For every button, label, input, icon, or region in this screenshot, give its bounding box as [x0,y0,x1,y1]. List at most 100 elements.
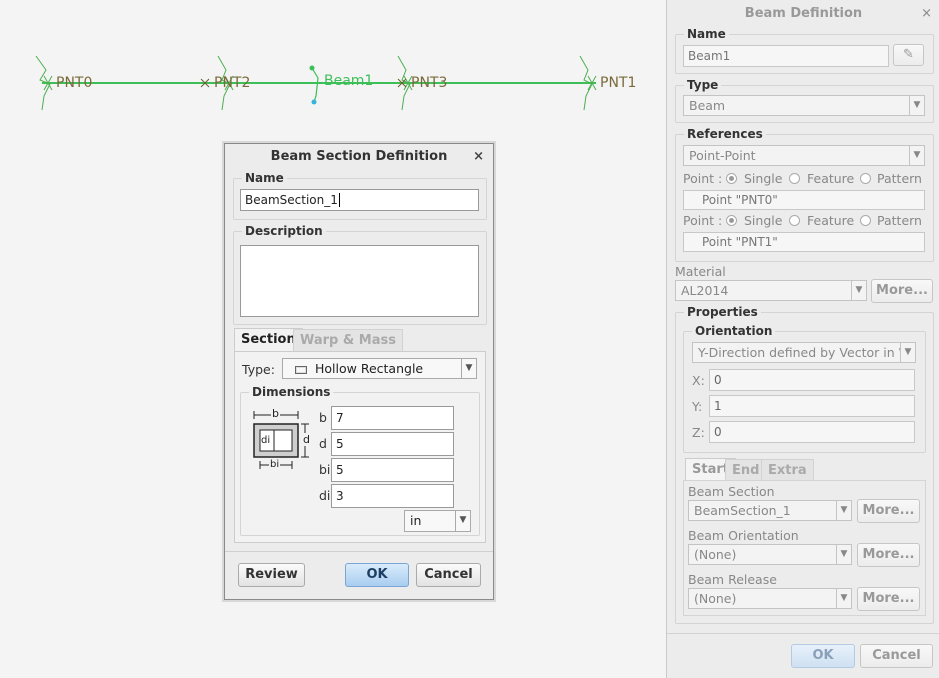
chevron-down-icon: ▼ [455,511,470,531]
beam-section-select-value: BeamSection_1 [694,503,791,518]
chevron-down-icon: ▼ [461,359,476,378]
beam-orientation-select-value: (None) [694,547,737,562]
point1-reference-field[interactable]: Point "PNT0" [683,190,925,210]
chevron-down-icon: ▼ [851,281,866,300]
point2-single-radio[interactable] [726,215,737,226]
point2-feature-radio[interactable] [789,215,800,226]
material-more-button[interactable]: More... [871,279,933,303]
material-select[interactable]: AL2014 ▼ [675,280,867,301]
point2-reference-field[interactable]: Point "PNT1" [683,232,925,252]
point2-pattern-label: Pattern [877,213,922,228]
point2-feature-label: Feature [807,213,855,228]
z-label: Z: [692,425,705,440]
chevron-down-icon: ▼ [909,146,924,165]
description-group-title: Description [242,224,326,238]
beam-orientation-label: Beam Orientation [688,528,799,543]
diagram-d-label: d [303,433,310,446]
orientation-select[interactable]: Y-Direction defined by Vector in W ▼ [692,342,916,363]
point2-single-label: Single [744,213,783,228]
dim-d-label: d [319,436,327,451]
x-label: X: [692,373,705,388]
panel-title: Beam Definition [744,6,863,21]
description-textarea[interactable] [240,245,479,317]
hollow-rectangle-icon [295,365,307,374]
ok-button[interactable]: OK [345,563,409,587]
beam-orientation-more-button[interactable]: More... [857,543,920,567]
pencil-icon: ✎ [903,47,914,62]
point1-feature-radio[interactable] [789,173,800,184]
beam-section-label: Beam Section [688,484,775,499]
cancel-button[interactable]: Cancel [860,644,933,668]
material-label: Material [675,264,726,279]
y-vector-field[interactable]: 1 [709,395,915,417]
point2-label: Point : [683,213,723,228]
dim-bi-label: bi [319,462,331,477]
orientation-group-title: Orientation [692,324,776,338]
dim-b-field[interactable]: 7 [331,406,454,430]
type-select-value: Beam [689,98,726,113]
chevron-down-icon: ▼ [836,589,851,608]
chevron-down-icon: ▼ [836,501,851,520]
type-select[interactable]: Beam ▼ [683,95,925,116]
beam-release-select-value: (None) [694,591,737,606]
point1-label: Point : [683,171,723,186]
close-icon[interactable]: × [473,149,484,164]
cancel-button[interactable]: Cancel [416,563,481,587]
x-vector-field[interactable]: 0 [709,369,915,391]
properties-group-title: Properties [684,305,761,319]
ok-button[interactable]: OK [791,644,855,668]
tab-extra[interactable]: Extra [761,459,814,481]
dialog-title: Beam Section Definition [270,149,448,164]
section-type-value: Hollow Rectangle [315,361,424,376]
footer-divider [225,551,493,552]
dimensions-group-title: Dimensions [249,385,334,399]
name-group-title: Name [684,27,729,41]
references-select-value: Point-Point [689,148,756,163]
point1-single-label: Single [744,171,783,186]
material-select-value: AL2014 [681,283,729,298]
beam-section-select[interactable]: BeamSection_1 ▼ [688,500,852,521]
beam-orientation-select[interactable]: (None) ▼ [688,544,852,565]
beam-name-field[interactable]: Beam1 [683,45,889,67]
dim-di-field[interactable]: 3 [331,484,454,508]
beam-section-more-button[interactable]: More... [857,499,920,523]
y-label: Y: [692,399,703,414]
section-name-field[interactable]: BeamSection_1 [240,189,479,211]
point1-single-radio[interactable] [726,173,737,184]
beam-definition-panel: Beam Definition × Name Beam1 ✎ Type Beam… [666,0,939,678]
point1-pattern-radio[interactable] [860,173,871,184]
references-group-title: References [684,127,766,141]
chevron-down-icon: ▼ [909,96,924,115]
diagram-di-label: di [261,435,271,446]
type-group-title: Type [684,78,722,92]
close-icon[interactable]: × [921,6,932,21]
diagram-bi-label: bi [269,459,281,470]
beam-orientation-handle [311,67,319,103]
review-button[interactable]: Review [238,563,305,587]
type-label: Type: [242,362,275,377]
edit-name-button[interactable]: ✎ [893,44,924,66]
dim-bi-field[interactable]: 5 [331,458,454,482]
beam1-label: Beam1 [324,73,374,89]
dim-b-label: b [319,410,327,425]
chevron-down-icon: ▼ [900,343,915,362]
footer-divider [667,633,939,634]
hollow-rectangle-diagram: b d di bi [251,407,319,472]
pnt2-label: PNT2 [214,75,251,91]
section-name-value: BeamSection_1 [245,193,338,207]
beam-release-more-button[interactable]: More... [857,587,920,611]
section-type-select[interactable]: Hollow Rectangle ▼ [282,358,477,379]
beam-section-dialog: Beam Section Definition × Name BeamSecti… [224,143,494,600]
z-vector-field[interactable]: 0 [709,421,915,443]
chevron-down-icon: ▼ [836,545,851,564]
units-select[interactable]: in ▼ [404,510,471,532]
references-select[interactable]: Point-Point ▼ [683,145,925,166]
name-group-title: Name [242,171,287,185]
tab-warp-mass[interactable]: Warp & Mass [293,329,403,352]
dim-d-field[interactable]: 5 [331,432,454,456]
point1-pattern-label: Pattern [877,171,922,186]
orientation-select-value: Y-Direction defined by Vector in W [698,345,911,360]
beam-release-select[interactable]: (None) ▼ [688,588,852,609]
point2-pattern-radio[interactable] [860,215,871,226]
diagram-b-label: b [271,407,280,420]
